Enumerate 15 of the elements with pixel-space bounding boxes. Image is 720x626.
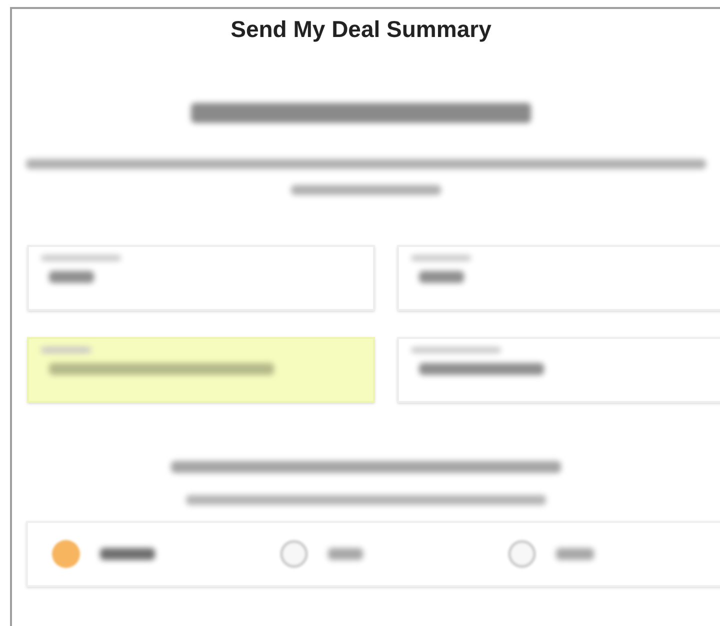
radio-button[interactable] (280, 540, 308, 568)
input-field[interactable] (27, 337, 374, 403)
radio-button[interactable] (508, 540, 536, 568)
blurred-text (410, 255, 470, 261)
blurred-text (41, 347, 91, 353)
blurred-text (418, 271, 464, 283)
radio-button[interactable] (52, 540, 80, 568)
dialog-title: Send My Deal Summary (230, 15, 492, 43)
blurred-text (328, 548, 363, 560)
blurred-text (556, 548, 594, 560)
input-field[interactable] (396, 337, 720, 403)
blurred-text (49, 271, 94, 283)
input-field[interactable] (27, 245, 374, 311)
blurred-text (100, 548, 155, 560)
input-field[interactable] (396, 245, 720, 311)
